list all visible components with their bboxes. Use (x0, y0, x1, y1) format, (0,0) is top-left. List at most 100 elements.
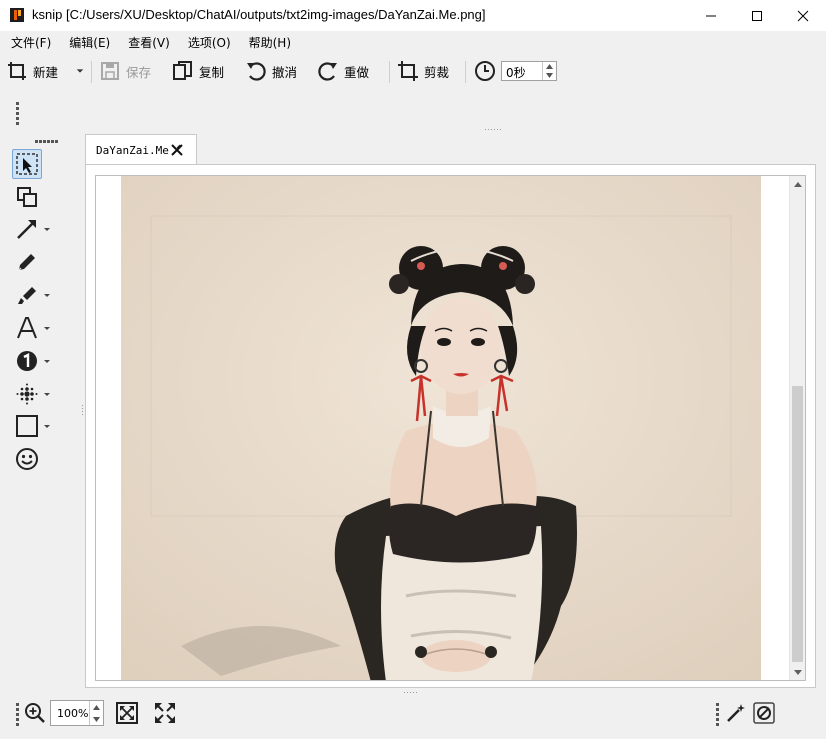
main-toolbar: 新建 保存 复制 撤消 重做 剪裁 (0, 55, 826, 87)
menu-bar: 文件(F) 编辑(E) 查看(V) 选项(O) 帮助(H) (0, 31, 826, 53)
rectangle-icon (16, 415, 38, 437)
chevron-down-icon (44, 228, 50, 231)
zoom-button[interactable] (22, 700, 48, 726)
chevron-down-icon (793, 669, 802, 675)
menu-file[interactable]: 文件(F) (0, 31, 58, 53)
chevron-down-icon (44, 393, 50, 396)
zoom-down-button[interactable] (90, 713, 103, 725)
arrow-tool[interactable] (12, 214, 54, 244)
zoom-spinbox[interactable]: 100% (50, 700, 104, 726)
chevron-down-icon (76, 69, 84, 73)
pen-tool[interactable] (12, 247, 54, 277)
scroll-thumb[interactable] (792, 386, 803, 662)
toolbar-grip[interactable] (16, 102, 19, 127)
redo-icon (318, 62, 337, 81)
menu-help[interactable]: 帮助(H) (238, 31, 298, 53)
close-button[interactable] (780, 0, 826, 31)
save-label: 保存 (126, 64, 152, 80)
chevron-down-icon (44, 425, 50, 428)
annotation-canvas[interactable] (95, 175, 806, 681)
maximize-button[interactable] (734, 0, 780, 31)
toolbar-separator (389, 61, 390, 83)
new-button[interactable]: 新建 (6, 55, 58, 87)
menu-view[interactable]: 查看(V) (117, 31, 177, 53)
ksnip-window: ksnip [C:/Users/XU/Desktop/ChatAI/output… (0, 0, 826, 739)
save-button[interactable]: 保存 (99, 55, 151, 87)
close-tab-icon[interactable] (170, 143, 184, 157)
copy-button[interactable]: 复制 (172, 55, 224, 87)
eraser-icon (753, 702, 775, 724)
marker-tool[interactable] (12, 280, 54, 310)
toolbar-separator (465, 61, 466, 83)
number-tool[interactable] (12, 346, 54, 376)
dock-handle[interactable] (485, 129, 503, 131)
delay-value: 0秒 (506, 66, 526, 80)
fit-window-icon (116, 702, 138, 724)
statusbar-grip[interactable] (16, 703, 19, 728)
undo-icon (247, 62, 266, 81)
clear-annotations-button[interactable] (751, 700, 777, 726)
duplicate-icon (17, 187, 37, 207)
chevron-down-icon (44, 327, 50, 330)
copy-icon (173, 61, 192, 80)
toolbar-separator (91, 61, 92, 83)
blur-tool[interactable] (12, 379, 54, 409)
magic-wand-icon (727, 704, 745, 722)
screenshot-image (121, 176, 761, 680)
spin-up-button[interactable] (543, 62, 556, 71)
crop-button[interactable]: 剪裁 (397, 55, 449, 87)
dock-handle-bottom[interactable] (404, 692, 419, 694)
close-icon (797, 10, 809, 21)
delay-spinbox[interactable]: 0秒 (501, 61, 557, 81)
tab-image[interactable]: DaYanZai.Me (85, 134, 197, 165)
arrow-icon (17, 220, 36, 239)
magic-wand-button[interactable] (723, 700, 749, 726)
minimize-icon (706, 15, 716, 16)
chevron-down-icon (546, 73, 553, 78)
tab-label: DaYanZai.Me (96, 144, 169, 157)
crop-label: 剪裁 (424, 64, 450, 80)
minimize-button[interactable] (688, 0, 734, 31)
scroll-up-button[interactable] (790, 176, 805, 192)
chevron-up-icon (793, 181, 802, 187)
menu-options[interactable]: 选项(O) (177, 31, 238, 53)
clock-icon (475, 61, 495, 81)
menu-edit[interactable]: 编辑(E) (58, 31, 117, 53)
text-icon (17, 317, 37, 339)
copy-label: 复制 (199, 64, 225, 80)
sticker-tool[interactable] (12, 444, 54, 474)
scroll-down-button[interactable] (790, 664, 805, 680)
number-icon (17, 351, 37, 371)
save-icon (101, 62, 119, 80)
redo-button[interactable]: 重做 (317, 55, 369, 87)
duplicate-tool[interactable] (12, 182, 54, 212)
portrait-artwork (121, 176, 761, 680)
chevron-up-icon (546, 64, 553, 69)
marker-icon (18, 287, 36, 304)
title-bar: ksnip [C:/Users/XU/Desktop/ChatAI/output… (0, 0, 826, 31)
undo-label: 撤消 (272, 64, 298, 80)
spin-down-button[interactable] (543, 71, 556, 80)
window-title: ksnip [C:/Users/XU/Desktop/ChatAI/output… (32, 7, 486, 22)
expand-icon (155, 703, 175, 723)
select-icon (16, 153, 38, 175)
vertical-scrollbar[interactable] (789, 176, 805, 680)
chevron-up-icon (93, 704, 100, 710)
actual-size-button[interactable] (152, 700, 178, 726)
new-capture-icon (8, 62, 26, 80)
new-label: 新建 (33, 64, 59, 80)
text-tool[interactable] (12, 313, 54, 343)
new-dropdown-button[interactable] (74, 55, 91, 87)
ksnip-icon (10, 8, 24, 22)
zoom-up-button[interactable] (90, 701, 103, 713)
palette-splitter[interactable] (82, 405, 83, 417)
chevron-down-icon (93, 716, 100, 722)
undo-button[interactable]: 撤消 (245, 55, 297, 87)
statusbar-grip-right[interactable] (716, 703, 719, 728)
tool-palette-grip[interactable] (35, 140, 59, 143)
fit-to-window-button[interactable] (114, 700, 140, 726)
rectangle-tool[interactable] (12, 411, 54, 441)
chevron-down-icon (44, 294, 50, 297)
select-tool[interactable] (12, 149, 54, 179)
pen-icon (18, 254, 35, 271)
